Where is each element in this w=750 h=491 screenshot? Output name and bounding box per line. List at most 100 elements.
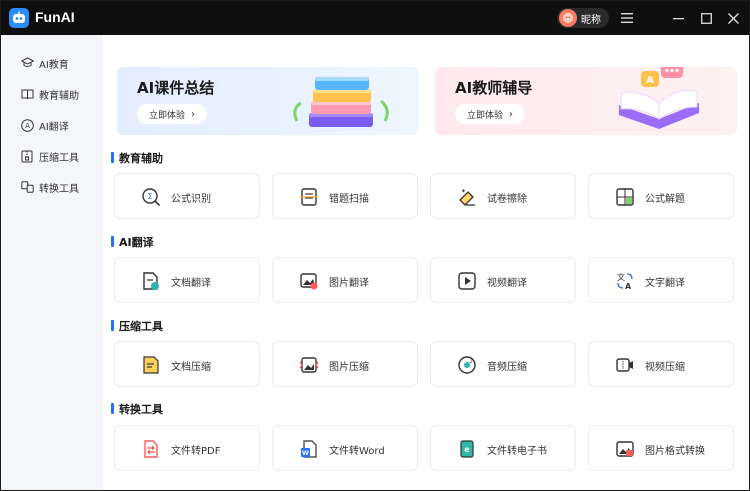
card-label: 文档翻译 — [171, 278, 211, 289]
open-book-chat-icon: A — [619, 67, 699, 129]
banner-teacher-tutor[interactable]: AI教师辅导 立即体验 › A — [435, 67, 737, 135]
card-label: 图片格式转换 — [645, 446, 705, 457]
section-title-convert-tools: 转换工具 — [111, 401, 163, 417]
sidebar-item-ai-education[interactable]: AI教育 — [1, 52, 103, 74]
menu-button[interactable] — [619, 10, 635, 26]
image-compress-icon — [299, 357, 319, 373]
avatar — [559, 9, 577, 27]
card-file-to-word[interactable]: W 文件转Word — [272, 425, 418, 471]
sidebar-item-label: 转换工具 — [39, 183, 79, 195]
hamburger-icon — [621, 13, 633, 23]
section-title-compress-tools: 压缩工具 — [111, 318, 163, 334]
graduation-cap-icon — [20, 56, 34, 70]
card-video-translate[interactable]: 视频翻译 — [430, 257, 576, 303]
word-convert-icon: W — [301, 440, 317, 458]
text-translate-icon: 文 A — [617, 272, 633, 291]
svg-text:e: e — [464, 445, 470, 454]
section-title-education-assist: 教育辅助 — [111, 150, 163, 166]
card-image-format-convert[interactable]: 图片格式转换 — [588, 425, 734, 471]
main-content: AI课件总结 立即体验 › AI教师辅导 立即体验 › A 教育辅助 AI翻译 … — [103, 35, 749, 490]
card-label: 视频翻译 — [487, 278, 527, 289]
svg-text:✦: ✦ — [461, 188, 466, 195]
compress-icon — [20, 149, 34, 163]
card-doc-translate[interactable]: 文档翻译 — [114, 257, 260, 303]
minimize-icon — [672, 17, 684, 19]
doc-compress-icon — [143, 356, 159, 374]
maximize-icon — [700, 12, 712, 24]
card-paper-erase[interactable]: ✦ 试卷擦除 — [430, 173, 576, 219]
image-translate-icon — [300, 273, 318, 290]
card-label: 图片压缩 — [329, 362, 369, 373]
app-name: FunAI — [35, 9, 75, 25]
card-label: 文档压缩 — [171, 362, 211, 373]
card-video-compress[interactable]: 视频压缩 — [588, 341, 734, 387]
svg-text:文: 文 — [617, 272, 625, 282]
ebook-convert-icon: e — [460, 440, 474, 458]
banner-courseware-summary[interactable]: AI课件总结 立即体验 › — [117, 67, 419, 135]
sidebar-item-convert-tools[interactable]: 转换工具 — [1, 176, 103, 198]
audio-compress-icon: ♪ — [458, 356, 476, 374]
user-name: 昵称 — [581, 14, 601, 26]
eraser-icon: ✦ — [459, 188, 475, 206]
section-title-ai-translate: AI翻译 — [111, 234, 154, 250]
app-window: FunAI 昵称 AI教育 教育辅助 A AI翻译 压缩工具 转换工具 AI课件… — [0, 0, 750, 491]
card-image-compress[interactable]: 图片压缩 — [272, 341, 418, 387]
card-label: 文件转PDF — [171, 446, 221, 457]
svg-text:A: A — [646, 75, 654, 86]
card-doc-compress[interactable]: 文档压缩 — [114, 341, 260, 387]
card-label: 图片翻译 — [329, 278, 369, 289]
svg-text:♪: ♪ — [469, 357, 473, 365]
svg-text:A: A — [625, 282, 632, 291]
card-label: 文件转Word — [329, 446, 385, 457]
card-image-translate[interactable]: 图片翻译 — [272, 257, 418, 303]
error-scan-icon — [300, 188, 318, 206]
card-error-scan[interactable]: 错题扫描 — [272, 173, 418, 219]
doc-translate-icon — [143, 272, 159, 290]
card-label: 文件转电子书 — [487, 446, 547, 457]
card-formula-recognition[interactable]: Σ 公式识别 — [114, 173, 260, 219]
formula-scan-icon: Σ — [142, 188, 161, 207]
sidebar-item-label: 压缩工具 — [39, 152, 79, 164]
try-now-label: 立即体验 — [148, 110, 185, 121]
sidebar-item-label: AI翻译 — [39, 121, 69, 133]
open-book-icon — [20, 87, 34, 101]
card-label: 错题扫描 — [329, 194, 369, 205]
close-icon — [727, 12, 739, 24]
sidebar-item-label: AI教育 — [39, 59, 69, 71]
image-format-icon — [616, 441, 634, 457]
card-label: 公式识别 — [171, 194, 211, 205]
video-translate-icon — [458, 272, 476, 290]
try-now-button[interactable]: 立即体验 › — [137, 104, 207, 124]
app-logo-icon — [9, 8, 29, 28]
card-formula-solve[interactable]: 公式解题 — [588, 173, 734, 219]
banner-title: AI教师辅导 — [455, 79, 533, 97]
card-label: 视频压缩 — [645, 362, 685, 373]
svg-text:W: W — [302, 449, 309, 457]
svg-text:Σ: Σ — [147, 192, 152, 201]
minimize-button[interactable] — [670, 10, 686, 26]
translate-icon: A — [20, 118, 34, 132]
video-compress-icon — [616, 358, 633, 372]
try-now-button[interactable]: 立即体验 › — [455, 104, 525, 124]
card-label: 文字翻译 — [645, 278, 685, 289]
close-button[interactable] — [725, 10, 741, 26]
card-text-translate[interactable]: 文 A 文字翻译 — [588, 257, 734, 303]
card-label: 公式解题 — [645, 194, 685, 205]
pdf-convert-icon — [144, 440, 158, 458]
sidebar-item-compress-tools[interactable]: 压缩工具 — [1, 145, 103, 167]
sidebar-item-ai-translate[interactable]: A AI翻译 — [1, 114, 103, 136]
card-file-to-ebook[interactable]: e 文件转电子书 — [430, 425, 576, 471]
card-label: 音频压缩 — [487, 362, 527, 373]
card-file-to-pdf[interactable]: 文件转PDF — [114, 425, 260, 471]
card-audio-compress[interactable]: ♪ 音频压缩 — [430, 341, 576, 387]
title-bar: FunAI 昵称 — [1, 1, 749, 35]
sidebar: AI教育 教育辅助 A AI翻译 压缩工具 转换工具 — [1, 35, 103, 490]
sidebar-item-education-assist[interactable]: 教育辅助 — [1, 83, 103, 105]
maximize-button[interactable] — [698, 10, 714, 26]
calculator-icon — [616, 188, 634, 206]
chevron-right-icon: › — [509, 108, 513, 120]
chevron-right-icon: › — [191, 108, 195, 120]
user-profile-button[interactable]: 昵称 — [557, 8, 609, 28]
card-label: 试卷擦除 — [487, 194, 527, 205]
sidebar-item-label: 教育辅助 — [39, 90, 79, 102]
